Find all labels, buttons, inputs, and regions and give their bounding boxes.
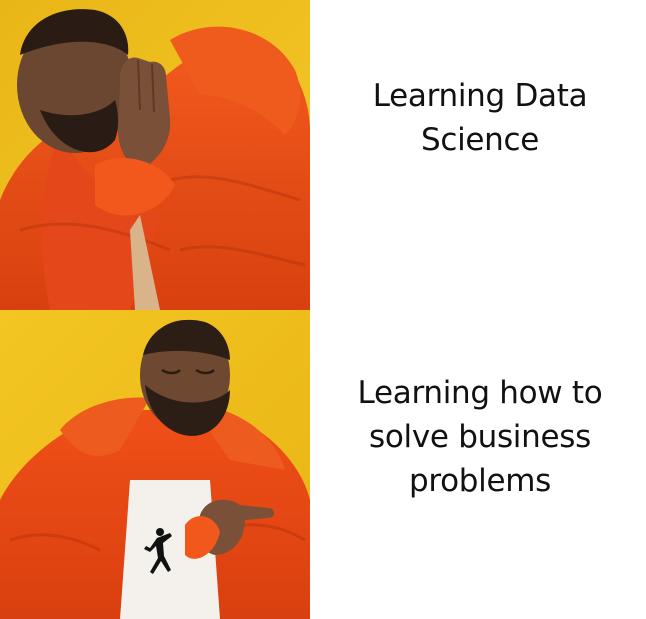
top-caption-text: Learning Data Science [372, 78, 588, 158]
man-approving-photo [0, 310, 310, 619]
bottom-caption: Learning how to solve business problems [320, 362, 640, 512]
bottom-panel-image [0, 310, 310, 619]
bottom-caption-text: Learning how to solve business problems [357, 375, 603, 499]
meme-canvas: Learning Data Science Learning how to so… [0, 0, 646, 619]
top-caption: Learning Data Science [320, 58, 640, 178]
man-disapproving-photo [0, 0, 310, 310]
top-panel-image [0, 0, 310, 310]
